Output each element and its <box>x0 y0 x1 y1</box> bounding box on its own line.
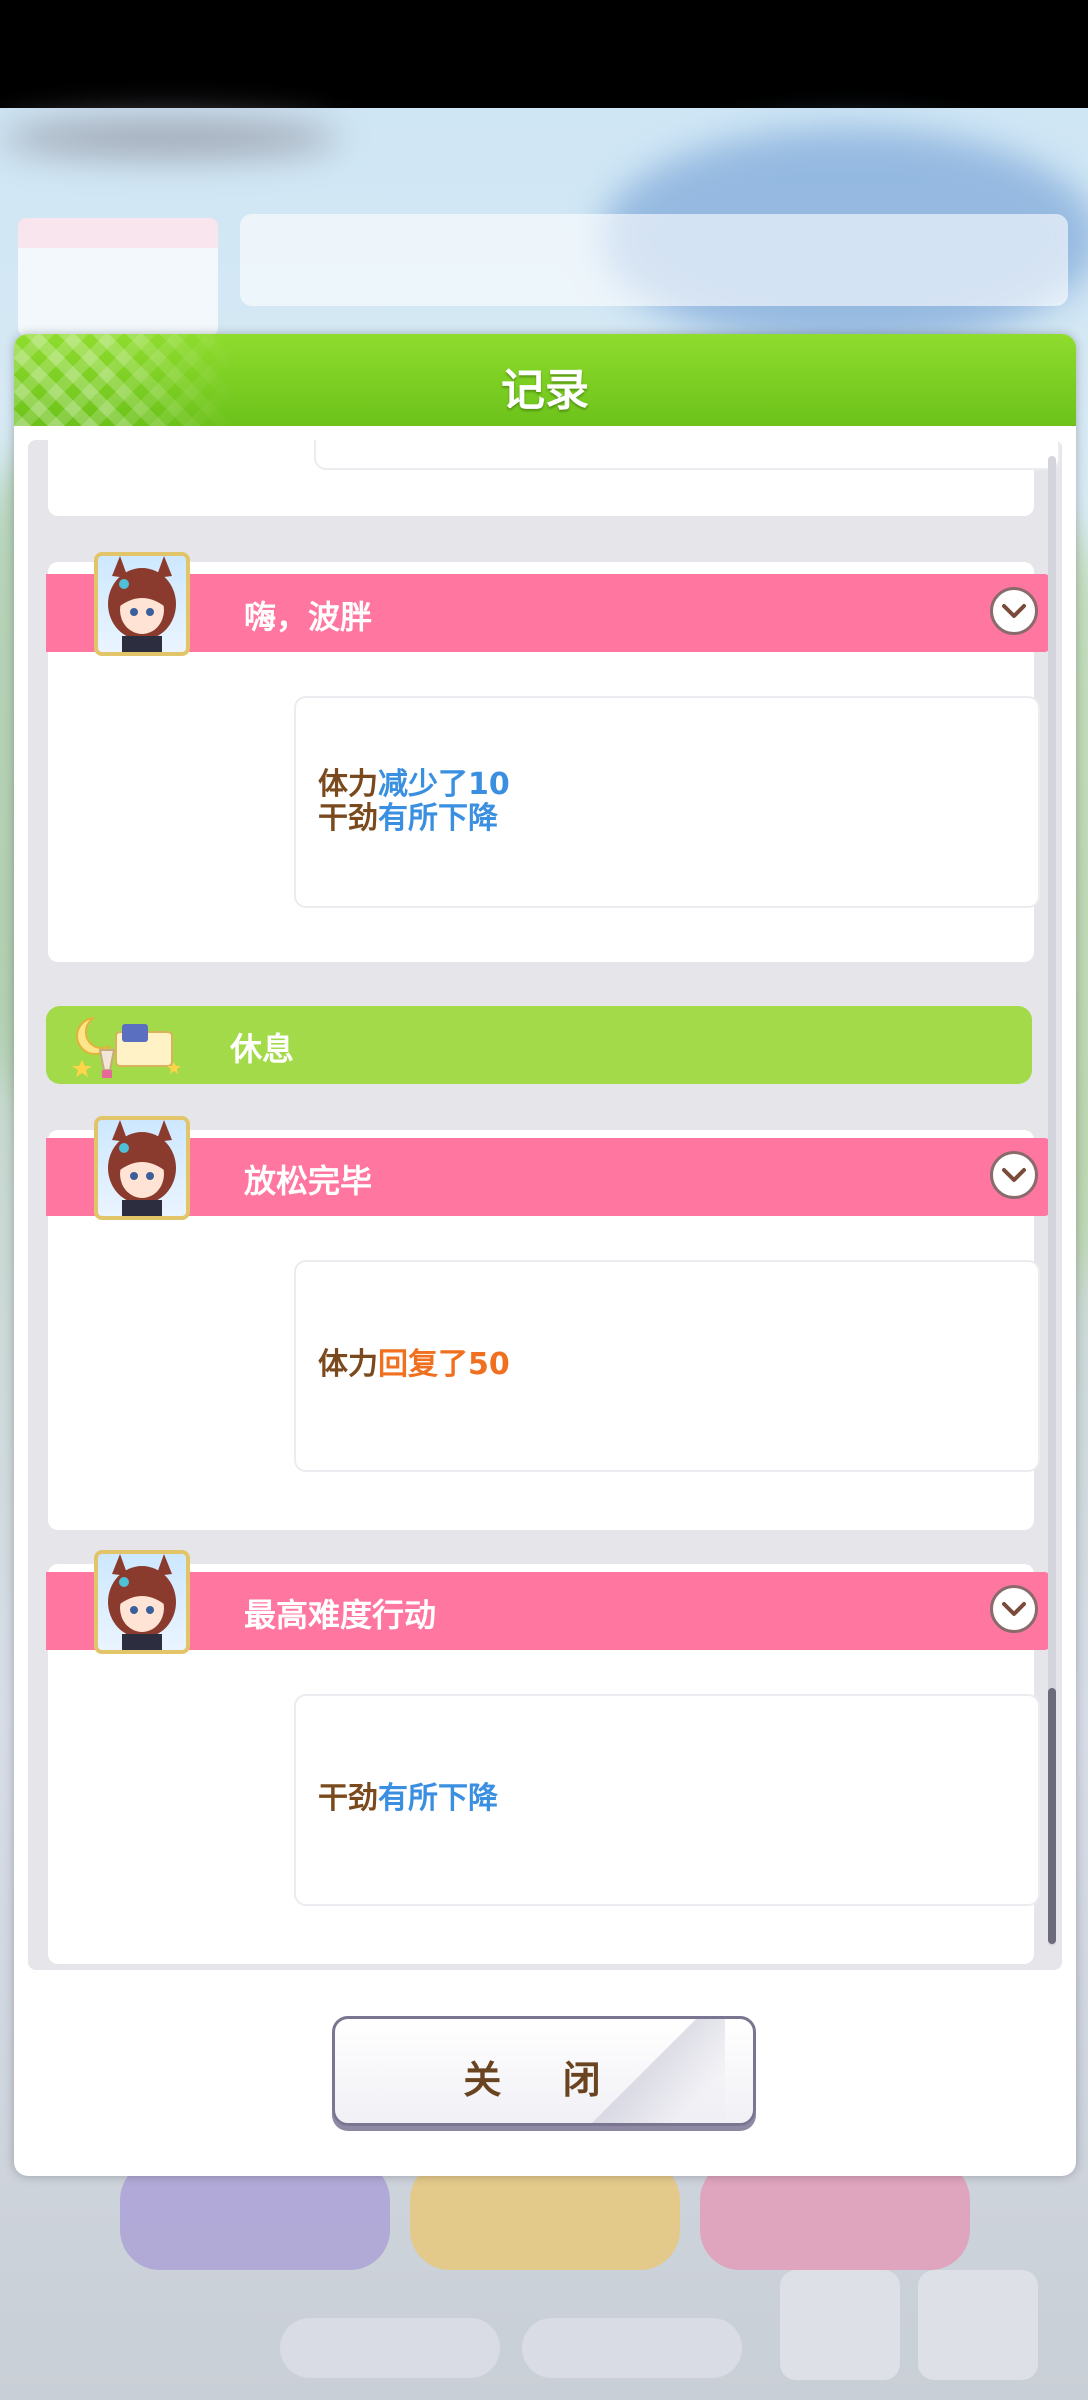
stat-label: 体力 <box>318 767 378 802</box>
character-avatar <box>94 1116 190 1220</box>
message-box: 体力减少了10 干劲有所下降 <box>294 696 1040 908</box>
event-title: 最高难度行动 <box>244 1596 437 1634</box>
character-avatar <box>94 552 190 656</box>
stat-line: 干劲有所下降 <box>318 802 498 836</box>
background-item-button <box>410 2160 680 2270</box>
event-header[interactable]: 放松完毕 <box>46 1138 1052 1216</box>
message-box: 体力回复了50 <box>294 1260 1040 1472</box>
character-avatar <box>94 1550 190 1654</box>
event-header[interactable]: 最高难度行动 <box>46 1572 1052 1650</box>
event-title: 放松完毕 <box>244 1162 373 1200</box>
log-dialog: 记录 嗨，波胖 体力减少了10 干劲有所下降 休息 放松完毕 体力回复了50 最… <box>14 334 1076 2176</box>
background-menu-button <box>918 2270 1038 2380</box>
log-list[interactable]: 嗨，波胖 体力减少了10 干劲有所下降 休息 放松完毕 体力回复了50 最高难度… <box>28 440 1062 1970</box>
expand-chevron-icon[interactable] <box>990 1151 1038 1199</box>
dialog-header: 记录 <box>14 334 1076 426</box>
background-banner <box>240 214 1068 306</box>
stat-line: 干劲有所下降 <box>318 1782 498 1816</box>
stat-line: 体力减少了10 <box>318 768 510 802</box>
scrollbar-thumb[interactable] <box>1048 1688 1056 1944</box>
rest-section-header: 休息 <box>46 1006 1032 1084</box>
stat-label: 干劲 <box>318 1781 378 1816</box>
message-box: 干劲有所下降 <box>294 1694 1040 1906</box>
background-log-button <box>780 2270 900 2380</box>
expand-chevron-icon[interactable] <box>990 587 1038 635</box>
stat-line: 体力回复了50 <box>318 1348 510 1382</box>
background-auto-toggle <box>280 2318 500 2378</box>
moon-lamp-bed-icon <box>72 1017 181 1078</box>
background-skill-button <box>120 2160 390 2270</box>
stat-change: 有所下降 <box>378 801 498 836</box>
event-header[interactable]: 嗨，波胖 <box>46 574 1052 652</box>
event-title: 嗨，波胖 <box>244 598 373 636</box>
dialog-title: 记录 <box>501 365 589 416</box>
background-speed-toggle <box>522 2318 742 2378</box>
expand-chevron-icon[interactable] <box>990 1585 1038 1633</box>
stat-change: 有所下降 <box>378 1781 498 1816</box>
stat-label: 干劲 <box>318 801 378 836</box>
background-race-button <box>700 2160 970 2270</box>
background-date-card <box>18 218 218 336</box>
message-box-partial <box>314 440 1060 470</box>
stat-change: 减少了10 <box>378 767 510 802</box>
stat-label: 体力 <box>318 1347 378 1382</box>
close-button-label: 关 闭 <box>463 2058 625 2102</box>
stat-change: 回复了50 <box>378 1347 510 1382</box>
log-card-partial <box>48 440 1060 516</box>
section-title: 休息 <box>230 1030 295 1068</box>
close-button[interactable]: 关 闭 <box>332 2016 756 2126</box>
status-bar <box>0 0 1088 108</box>
